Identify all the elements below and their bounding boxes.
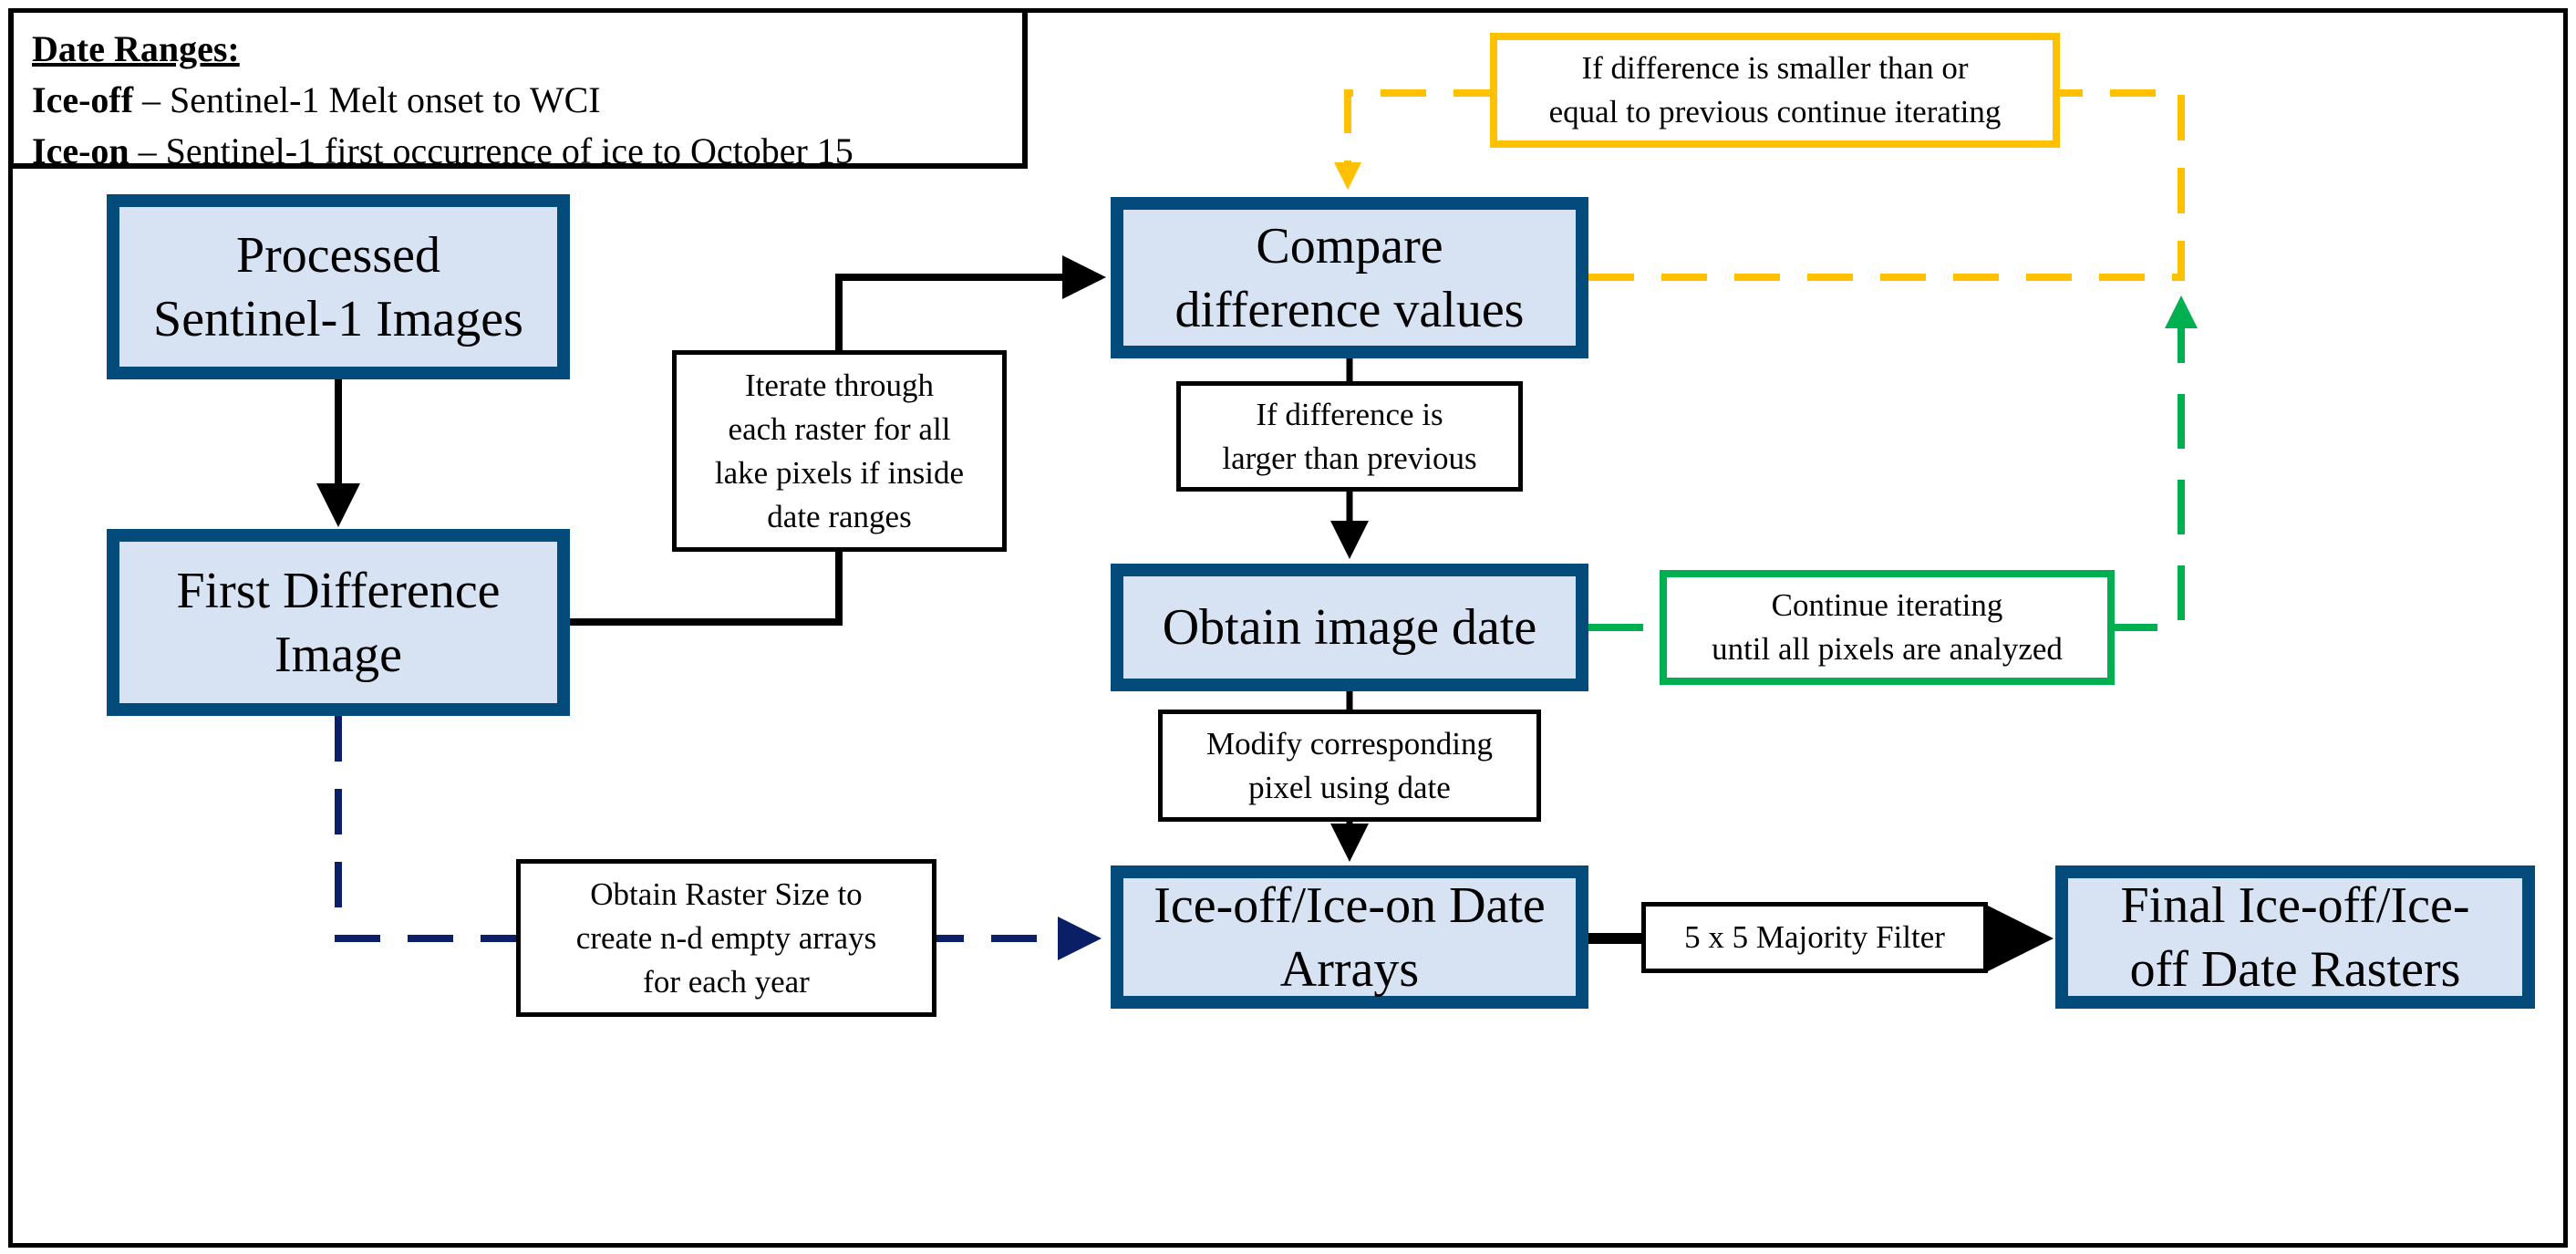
label-text: Obtain Raster Size to create n-d empty a… bbox=[575, 876, 877, 1000]
legend-desc: – Sentinel-1 Melt onset to WCI bbox=[133, 79, 601, 120]
label-text: If difference is larger than previous bbox=[1222, 396, 1477, 476]
label-raster-size: Obtain Raster Size to create n-d empty a… bbox=[516, 859, 936, 1017]
label-iterate: Iterate through each raster for all lake… bbox=[672, 350, 1007, 552]
node-final-rasters: Final Ice-off/Ice- off Date Rasters bbox=[2055, 865, 2535, 1009]
legend-row-ice-off: Ice-off – Sentinel-1 Melt onset to WCI bbox=[32, 75, 1004, 126]
legend-desc: – Sentinel-1 first occurrence of ice to … bbox=[129, 130, 853, 171]
label-text: If difference is smaller than or equal t… bbox=[1548, 50, 2002, 130]
node-text: Processed Sentinel-1 Images bbox=[153, 226, 523, 347]
label-text: 5 x 5 Majority Filter bbox=[1684, 919, 1945, 955]
node-obtain-date: Obtain image date bbox=[1111, 564, 1588, 691]
label-text: Iterate through each raster for all lake… bbox=[714, 367, 965, 534]
node-first-difference: First Difference Image bbox=[107, 529, 570, 716]
legend-row-ice-on: Ice-on – Sentinel-1 first occurrence of … bbox=[32, 126, 1004, 177]
node-text: First Difference Image bbox=[176, 562, 501, 683]
node-compare: Compare difference values bbox=[1111, 197, 1588, 358]
node-text: Obtain image date bbox=[1162, 599, 1537, 656]
label-majority-filter: 5 x 5 Majority Filter bbox=[1641, 902, 1988, 973]
node-text: Final Ice-off/Ice- off Date Rasters bbox=[2120, 876, 2470, 998]
date-ranges-legend: Date Ranges: Ice-off – Sentinel-1 Melt o… bbox=[8, 8, 1028, 171]
label-modify-pixel: Modify corresponding pixel using date bbox=[1158, 710, 1541, 822]
legend-term: Ice-on bbox=[32, 130, 129, 171]
node-processed-images: Processed Sentinel-1 Images bbox=[107, 194, 570, 379]
label-text: Continue iterating until all pixels are … bbox=[1712, 587, 2063, 667]
node-text: Ice-off/Ice-on Date Arrays bbox=[1154, 876, 1546, 998]
node-ice-arrays: Ice-off/Ice-on Date Arrays bbox=[1111, 865, 1588, 1009]
label-continue-iterating: Continue iterating until all pixels are … bbox=[1660, 570, 2115, 685]
label-if-smaller: If difference is smaller than or equal t… bbox=[1490, 33, 2060, 148]
legend-term: Ice-off bbox=[32, 79, 134, 120]
node-text: Compare difference values bbox=[1174, 217, 1525, 338]
legend-title: Date Ranges: bbox=[32, 28, 240, 69]
label-if-larger: If difference is larger than previous bbox=[1176, 381, 1523, 492]
label-text: Modify corresponding pixel using date bbox=[1206, 725, 1493, 805]
